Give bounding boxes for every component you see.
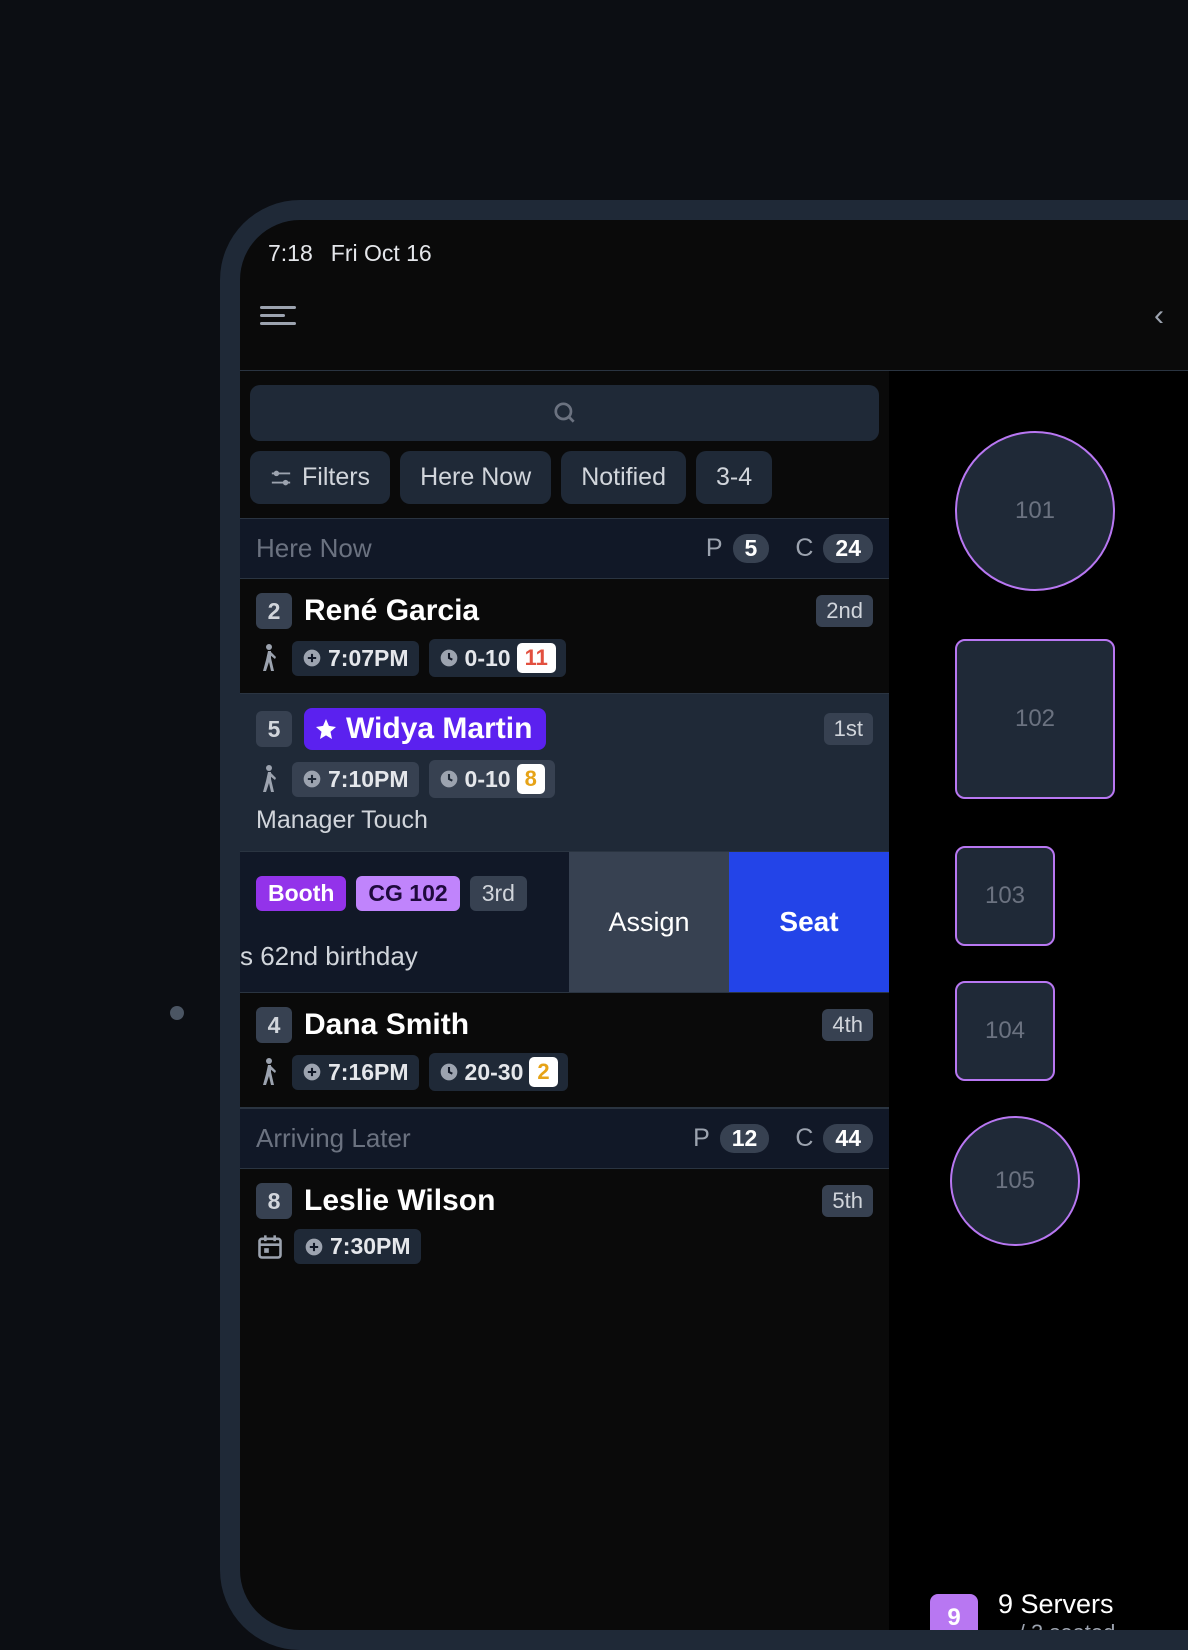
- tag-booth[interactable]: Booth: [256, 876, 346, 911]
- selected-detail: Booth CG 102 3rd s 62nd birthday Assign …: [240, 852, 889, 993]
- party-size: 2: [256, 593, 292, 629]
- status-time: 7:18: [268, 240, 313, 267]
- chip-here-now[interactable]: Here Now: [400, 451, 551, 504]
- quoted-time: 7:16PM: [292, 1055, 419, 1090]
- table-102[interactable]: 102: [955, 639, 1115, 799]
- party-size: 8: [256, 1183, 292, 1219]
- search-icon: [552, 400, 578, 426]
- waitlist-row[interactable]: 8 Leslie Wilson 5th 7:30PM: [240, 1169, 889, 1280]
- clock-icon: [439, 769, 459, 789]
- filters-label: Filters: [302, 463, 370, 492]
- seated-label: -- / 3 seated: [998, 1620, 1115, 1630]
- tag-table[interactable]: CG 102: [356, 876, 459, 911]
- queue-order: 1st: [824, 713, 873, 745]
- waitlist-panel: Filters Here Now Notified 3-4 Here Now P…: [240, 371, 890, 1630]
- section-title: Arriving Later: [256, 1123, 693, 1154]
- reservation-time: 7:30PM: [294, 1229, 421, 1264]
- chip-notified[interactable]: Notified: [561, 451, 686, 504]
- status-bar: 7:18 Fri Oct 16: [240, 220, 1188, 277]
- menu-icon[interactable]: [260, 303, 296, 329]
- assign-button[interactable]: Assign: [569, 852, 729, 992]
- queue-order: 2nd: [816, 595, 873, 627]
- camera-dot: [170, 1006, 184, 1020]
- guest-name: Dana Smith: [304, 1008, 469, 1042]
- filters-chip[interactable]: Filters: [250, 451, 390, 504]
- wait-range: 0-10 8: [429, 760, 555, 798]
- plus-circle-icon: [302, 769, 322, 789]
- wait-range: 0-10 11: [429, 639, 566, 677]
- p-label: P: [706, 534, 723, 563]
- sliders-icon: [270, 467, 292, 489]
- walk-in-icon: [256, 643, 282, 673]
- device-frame: 7:18 Fri Oct 16 ‹ Friday, Oc: [220, 200, 1188, 1650]
- floor-map[interactable]: 101 102 103 104 105 9 9 Servers -- / 3 s…: [890, 371, 1188, 1630]
- wait-range: 20-30 2: [429, 1053, 568, 1091]
- waitlist-row[interactable]: 2 René Garcia 2nd 7:07PM: [240, 579, 889, 694]
- clock-icon: [439, 648, 459, 668]
- p-count: 5: [733, 534, 770, 563]
- servers-footer[interactable]: 9 9 Servers -- / 3 seated: [930, 1589, 1115, 1630]
- body: Filters Here Now Notified 3-4 Here Now P…: [240, 371, 1188, 1630]
- c-count: 24: [823, 534, 873, 563]
- plus-circle-icon: [302, 1062, 322, 1082]
- guest-name: René Garcia: [304, 594, 479, 628]
- servers-label: 9 Servers: [998, 1589, 1115, 1620]
- plus-circle-icon: [304, 1237, 324, 1257]
- quoted-time: 7:07PM: [292, 641, 419, 676]
- c-label: C: [795, 1124, 813, 1153]
- wait-minutes: 2: [529, 1057, 557, 1087]
- section-title: Here Now: [256, 533, 706, 564]
- table-105[interactable]: 105: [950, 1116, 1080, 1246]
- party-size: 4: [256, 1007, 292, 1043]
- chevron-left-icon[interactable]: ‹: [1140, 299, 1178, 333]
- filter-chips: Filters Here Now Notified 3-4: [240, 451, 889, 518]
- section-here-now: Here Now P 5 C 24: [240, 518, 889, 579]
- plus-circle-icon: [302, 648, 322, 668]
- row-note: Manager Touch: [256, 806, 873, 835]
- table-103[interactable]: 103: [955, 846, 1055, 946]
- waitlist-row[interactable]: 4 Dana Smith 4th 7:16PM: [240, 993, 889, 1108]
- chip-3-4[interactable]: 3-4: [696, 451, 772, 504]
- clock-icon: [439, 1062, 459, 1082]
- walk-in-icon: [256, 764, 282, 794]
- calendar-icon: [256, 1233, 284, 1261]
- wait-minutes: 11: [517, 643, 556, 673]
- c-count: 44: [823, 1124, 873, 1153]
- p-count: 12: [720, 1124, 770, 1153]
- table-104[interactable]: 104: [955, 981, 1055, 1081]
- quoted-time: 7:10PM: [292, 762, 419, 797]
- screen: 7:18 Fri Oct 16 ‹ Friday, Oc: [240, 220, 1188, 1630]
- guest-name: Widya Martin: [346, 712, 532, 746]
- search-input[interactable]: [250, 385, 879, 441]
- vip-name-highlight: Widya Martin: [304, 708, 546, 750]
- servers-count-badge: 9: [930, 1594, 978, 1631]
- c-label: C: [795, 534, 813, 563]
- status-date: Fri Oct 16: [331, 240, 432, 267]
- walk-in-icon: [256, 1057, 282, 1087]
- app-header: ‹ Friday, Oc: [240, 277, 1188, 371]
- guest-name: Leslie Wilson: [304, 1184, 495, 1218]
- star-icon: [314, 717, 338, 741]
- p-label: P: [693, 1124, 710, 1153]
- seat-button[interactable]: Seat: [729, 852, 889, 992]
- wait-minutes: 8: [517, 764, 545, 794]
- waitlist-row-selected[interactable]: 5 Widya Martin 1st: [240, 694, 889, 852]
- table-101[interactable]: 101: [955, 431, 1115, 591]
- section-arriving-later: Arriving Later P 12 C 44: [240, 1108, 889, 1169]
- tag-order: 3rd: [470, 876, 527, 911]
- queue-order: 4th: [822, 1009, 873, 1041]
- queue-order: 5th: [822, 1185, 873, 1217]
- party-size: 5: [256, 711, 292, 747]
